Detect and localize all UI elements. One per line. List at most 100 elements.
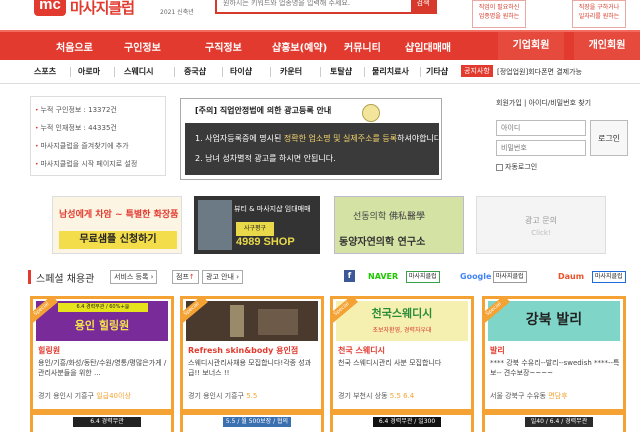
daum-search-chip[interactable]: 마사지클럽	[592, 271, 626, 283]
promo-personal[interactable]: 직장을 구하거나 일자리를 원하는	[572, 0, 626, 28]
add-bookmark-link[interactable]: • 마사지클럽을 즐겨찾기에 추가	[35, 141, 129, 151]
job-card[interactable]: 천국스웨디시 초보자환영, 경력자우대 Special 천국 스웨디시 천국 스…	[330, 296, 474, 412]
banner-oriental-top: 선동의학 佛私醫學	[353, 212, 425, 222]
category-thai[interactable]: 타이샵	[230, 66, 252, 77]
category-counter[interactable]: 카운터	[280, 66, 302, 77]
card-description: 스웨디시관리사채용 모집합니다!각종 성과급!! 보너스 !!	[188, 359, 312, 377]
naver-logo[interactable]: NAVER	[368, 272, 398, 281]
password-input[interactable]	[496, 140, 586, 156]
card-image-top: 6.4 경력무관 / 60%+@	[58, 303, 148, 312]
banner-oriental-medicine[interactable]: 선동의학 佛私醫學 동양자연의학 연구소	[334, 196, 464, 254]
card-row2-banner: 6.4 경력무관 / 일300	[373, 417, 441, 427]
notice-title: [주의] 직업안정법에 의한 광고등록 안내	[195, 106, 332, 115]
nav-shop-promo[interactable]: 샵홍보(예약)	[272, 39, 327, 54]
banner-ad-inquiry[interactable]: 광고 문의 Click!	[476, 196, 606, 254]
card-image-title: 강북 발리	[525, 312, 583, 328]
special-section-header: 스페셜 채용관 서비스 등록 › 점프↑ 광고 안내 › f NAVER 마사지…	[28, 268, 640, 292]
card-pay: 일급40이상	[96, 392, 131, 400]
category-physio[interactable]: 물리치료사	[372, 66, 409, 77]
notice-line-1-post: 하셔야합니다.	[397, 134, 444, 143]
free-sample-button[interactable]: 무료샘플 신청하기	[59, 231, 177, 249]
jump-button[interactable]: 점프↑	[172, 270, 199, 284]
job-card[interactable]: 6.4 경력무관 / 60%+@ 용인 힐링원 Special 힐링원 용인/기…	[30, 296, 174, 412]
login-button[interactable]: 로그인	[590, 120, 628, 156]
login-links[interactable]: 회원가입 | 아이디/비밀번호 찾기	[496, 98, 591, 108]
notice-line-2: 2. 남녀 성차별적 광고를 하시면 안됩니다.	[195, 154, 336, 163]
stat-job-offers-text: 누적 구인정보 : 13372건	[40, 106, 117, 114]
naver-search-chip[interactable]: 마사지클럽	[406, 271, 440, 283]
job-card-row2[interactable]: 일40 / 6.4 / 경력무관	[482, 412, 626, 432]
lightbulb-icon	[362, 104, 380, 122]
card-image-title: 용인 힐링원	[74, 319, 130, 332]
nav-home[interactable]: 처음으로	[56, 39, 93, 54]
daum-logo[interactable]: Daum	[558, 272, 584, 281]
category-chinese[interactable]: 중국샵	[184, 66, 206, 77]
banner-cosmetics-red: 성	[67, 210, 76, 220]
job-card-row2[interactable]: 5.5 / 월 500보장 / 협의	[180, 412, 324, 432]
login-panel: 회원가입 | 아이디/비밀번호 찾기 로그인 자동로그인	[496, 98, 636, 178]
banner-cosmetics-mid: 에게 차암 ~ 특별한 화장품	[75, 210, 179, 220]
google-logo[interactable]: Google	[460, 272, 491, 281]
personal-member-button[interactable]: 개인회원	[574, 32, 640, 60]
card-image: 강북 발리	[488, 301, 620, 341]
notice-badge[interactable]: 공지사항	[461, 65, 493, 77]
category-etc[interactable]: 기타샵	[426, 66, 448, 77]
top-header: mc 마사지클럽 2021 신축년 검색 직업이 필요하신 업종명을 원하는 직…	[0, 0, 640, 30]
banner-4989shop[interactable]: 뷰티 & 마사지샵 임대매매 사구평구 4989 SHOP	[194, 196, 320, 254]
username-input[interactable]	[496, 120, 586, 136]
jump-up-icon: ↑	[188, 273, 195, 281]
job-card[interactable]: Special Refresh skin&body 용인점 스웨디시관리사채용 …	[180, 296, 324, 412]
job-card-row2[interactable]: 6.4 경력무관 / 일300	[330, 412, 474, 432]
card-location-text: 경기 용인시 기흥구	[188, 392, 244, 400]
card-name[interactable]: 힐링원	[38, 345, 60, 356]
checkbox-icon[interactable]	[496, 163, 503, 171]
stat-job-offers: • 누적 구인정보 : 13372건	[35, 105, 117, 115]
notice-line-1-pre: 1. 사업자등록증에 명시된	[195, 134, 284, 143]
card-name[interactable]: 발리	[490, 345, 505, 356]
facebook-icon[interactable]: f	[344, 270, 355, 282]
divider	[320, 67, 321, 77]
service-register-button[interactable]: 서비스 등록 ›	[110, 270, 158, 284]
google-search-chip[interactable]: 마사지클럽	[493, 271, 527, 283]
category-total[interactable]: 토탈샵	[330, 66, 352, 77]
card-name[interactable]: Refresh skin&body 용인점	[188, 345, 298, 356]
ad-guide-button[interactable]: 광고 안내 ›	[202, 270, 244, 284]
promo-corporate-line2: 업종명을 원하는	[478, 13, 520, 20]
card-name[interactable]: 천국 스웨디시	[338, 345, 385, 356]
auto-login-toggle[interactable]: 자동로그인	[496, 162, 537, 172]
corporate-member-button[interactable]: 기업회원	[498, 32, 564, 60]
card-row2-banner: 6.4 경력무관	[73, 417, 141, 427]
logo-text[interactable]: 마사지클럽	[70, 0, 135, 18]
banner-cosmetics[interactable]: 남성에게 차암 ~ 특별한 화장품 무료샘플 신청하기	[52, 196, 182, 254]
divider	[174, 67, 175, 77]
category-aroma[interactable]: 아로마	[78, 66, 100, 77]
notice-text[interactable]: [정업업원]회다폰면 결제가능	[497, 67, 582, 77]
banner-cosmetics-headline: 남성에게 차암 ~ 특별한 화장품	[59, 207, 178, 220]
nav-job-offers[interactable]: 구인정보	[124, 39, 161, 54]
stats-panel: • 누적 구인정보 : 13372건 • 누적 인재정보 : 44335건 • …	[30, 96, 166, 176]
logo-mark[interactable]: mc	[34, 0, 66, 16]
search-button[interactable]: 검색	[411, 0, 435, 12]
card-location: 경기 부천시 상동 5.5 6.4	[338, 391, 414, 401]
card-row2-banner: 5.5 / 월 500보장 / 협의	[223, 417, 291, 427]
card-pay: 5.5 6.4	[389, 392, 415, 400]
category-sports[interactable]: 스포츠	[34, 66, 56, 77]
notice-line-1: 1. 사업자등록증에 명시된 정확한 업소명 및 실제주소를 등록하셔야합니다.	[195, 133, 444, 144]
banner-4989shop-top: 뷰티 & 마사지샵 임대매매	[234, 205, 311, 213]
card-image-title: 천국스웨디시	[371, 307, 433, 320]
card-location-text: 경기 부천시 상동	[338, 392, 388, 400]
job-card[interactable]: 강북 발리 Special 발리 **** 강북 수유리--발리--swedis…	[482, 296, 626, 412]
category-swedish[interactable]: 스웨디시	[124, 66, 153, 77]
set-homepage-link[interactable]: • 마사지클럽을 시작 페이지로 설정	[35, 159, 137, 169]
nav-shop-trade[interactable]: 샵임대매매	[405, 39, 451, 54]
card-image: 천국스웨디시 초보자환영, 경력자우대	[336, 301, 468, 341]
nav-job-seekers[interactable]: 구직정보	[205, 39, 242, 54]
logo-subtitle: 2021 신축년	[160, 9, 194, 16]
job-card-row2[interactable]: 6.4 경력무관	[30, 412, 174, 432]
nav-community[interactable]: 커뮤니티	[344, 39, 381, 54]
card-image: 6.4 경력무관 / 60%+@ 용인 힐링원	[36, 301, 168, 341]
promo-corporate[interactable]: 직업이 필요하신 업종명을 원하는	[472, 0, 526, 28]
card-image	[186, 301, 318, 341]
search-input[interactable]	[223, 0, 403, 10]
promo-personal-line2: 일자리를 원하는	[578, 13, 620, 20]
